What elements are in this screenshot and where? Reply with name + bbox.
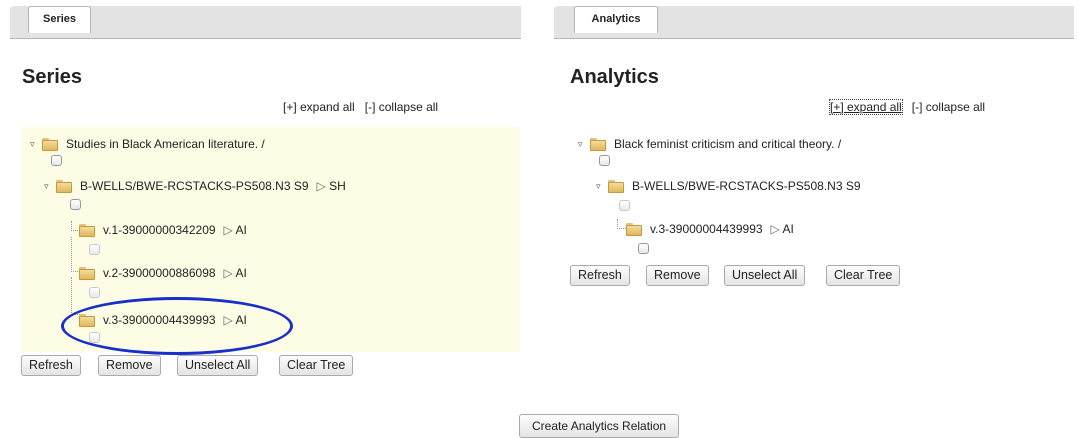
- tab-series[interactable]: Series: [28, 6, 91, 33]
- series-child-checkbox[interactable]: [70, 199, 81, 210]
- analytics-expand-all-link[interactable]: [+] expand all: [829, 99, 903, 115]
- series-collapse-all-link[interactable]: [-] collapse all: [365, 100, 438, 114]
- highlight-ellipse: [61, 297, 293, 355]
- series-item-tag[interactable]: ▷ AI: [224, 223, 247, 237]
- series-tree-item[interactable]: v.1-39000000342209 ▷ AI: [79, 221, 247, 239]
- folder-icon: [608, 179, 624, 193]
- series-item-label: v.2-39000000886098: [103, 266, 216, 280]
- series-clear-tree-button[interactable]: Clear Tree: [279, 355, 354, 376]
- series-refresh-button[interactable]: Refresh: [21, 355, 81, 376]
- analytics-tree-item[interactable]: v.3-39000004439993 ▷ AI: [626, 220, 794, 238]
- folder-icon: [626, 222, 642, 236]
- analytics-tree-child-label: B-WELLS/BWE-RCSTACKS-PS508.N3 S9: [632, 179, 861, 193]
- expand-toggle-icon[interactable]: ▿: [578, 139, 590, 150]
- analytics-tab-underline: [554, 38, 574, 39]
- series-root-checkbox[interactable]: [51, 155, 62, 166]
- series-item-checkbox[interactable]: [89, 287, 100, 298]
- analytics-refresh-button[interactable]: Refresh: [570, 265, 630, 286]
- folder-icon: [42, 137, 58, 151]
- analytics-tree: ▿ Black feminist criticism and critical …: [570, 127, 1070, 267]
- series-tree-child[interactable]: ▿ B-WELLS/BWE-RCSTACKS-PS508.N3 S9 ▷ SH: [44, 177, 346, 195]
- analytics-collapse-all-link[interactable]: [-] collapse all: [912, 100, 985, 114]
- expand-toggle-icon[interactable]: ▿: [30, 139, 42, 150]
- analytics-item-checkbox[interactable]: [638, 243, 649, 254]
- series-tree-root[interactable]: ▿ Studies in Black American literature. …: [30, 135, 265, 153]
- series-tree-child-label: B-WELLS/BWE-RCSTACKS-PS508.N3 S9: [80, 179, 309, 193]
- analytics-remove-button[interactable]: Remove: [646, 265, 709, 286]
- series-item-checkbox[interactable]: [89, 244, 100, 255]
- series-expand-controls: [+] expand all [-] collapse all: [283, 100, 438, 114]
- analytics-root-checkbox[interactable]: [599, 155, 610, 166]
- series-heading: Series: [22, 66, 83, 88]
- folder-icon: [79, 266, 95, 280]
- analytics-child-checkbox[interactable]: [619, 200, 630, 211]
- series-child-tag[interactable]: ▷ SH: [317, 179, 346, 193]
- series-remove-button[interactable]: Remove: [98, 355, 161, 376]
- folder-icon: [590, 137, 606, 151]
- analytics-expand-controls: [+] expand all [-] collapse all: [829, 99, 985, 115]
- series-item-tag[interactable]: ▷ AI: [224, 266, 247, 280]
- series-tree-root-label: Studies in Black American literature. /: [66, 137, 265, 151]
- series-unselect-all-button[interactable]: Unselect All: [177, 355, 259, 376]
- expand-toggle-icon[interactable]: ▿: [44, 181, 56, 192]
- tree-connector: [617, 219, 626, 229]
- folder-icon: [79, 223, 95, 237]
- analytics-heading: Analytics: [570, 66, 659, 88]
- create-analytics-relation-button[interactable]: Create Analytics Relation: [519, 414, 680, 438]
- series-tab-underline: [10, 38, 28, 39]
- analytics-tree-child[interactable]: ▿ B-WELLS/BWE-RCSTACKS-PS508.N3 S9: [596, 177, 861, 195]
- analytics-unselect-all-button[interactable]: Unselect All: [724, 265, 806, 286]
- analytics-item-label: v.3-39000004439993: [650, 222, 763, 236]
- analytics-item-tag[interactable]: ▷ AI: [771, 222, 794, 236]
- tab-analytics[interactable]: Analytics: [574, 6, 658, 33]
- series-tree-item[interactable]: v.2-39000000886098 ▷ AI: [79, 264, 247, 282]
- analytics-tree-root-label: Black feminist criticism and critical th…: [614, 137, 842, 151]
- series-item-label: v.1-39000000342209: [103, 223, 216, 237]
- analytics-clear-tree-button[interactable]: Clear Tree: [826, 265, 901, 286]
- expand-toggle-icon[interactable]: ▿: [596, 181, 608, 192]
- series-expand-all-link[interactable]: [+] expand all: [283, 100, 355, 114]
- analytics-tree-root[interactable]: ▿ Black feminist criticism and critical …: [578, 135, 841, 153]
- folder-icon: [56, 179, 72, 193]
